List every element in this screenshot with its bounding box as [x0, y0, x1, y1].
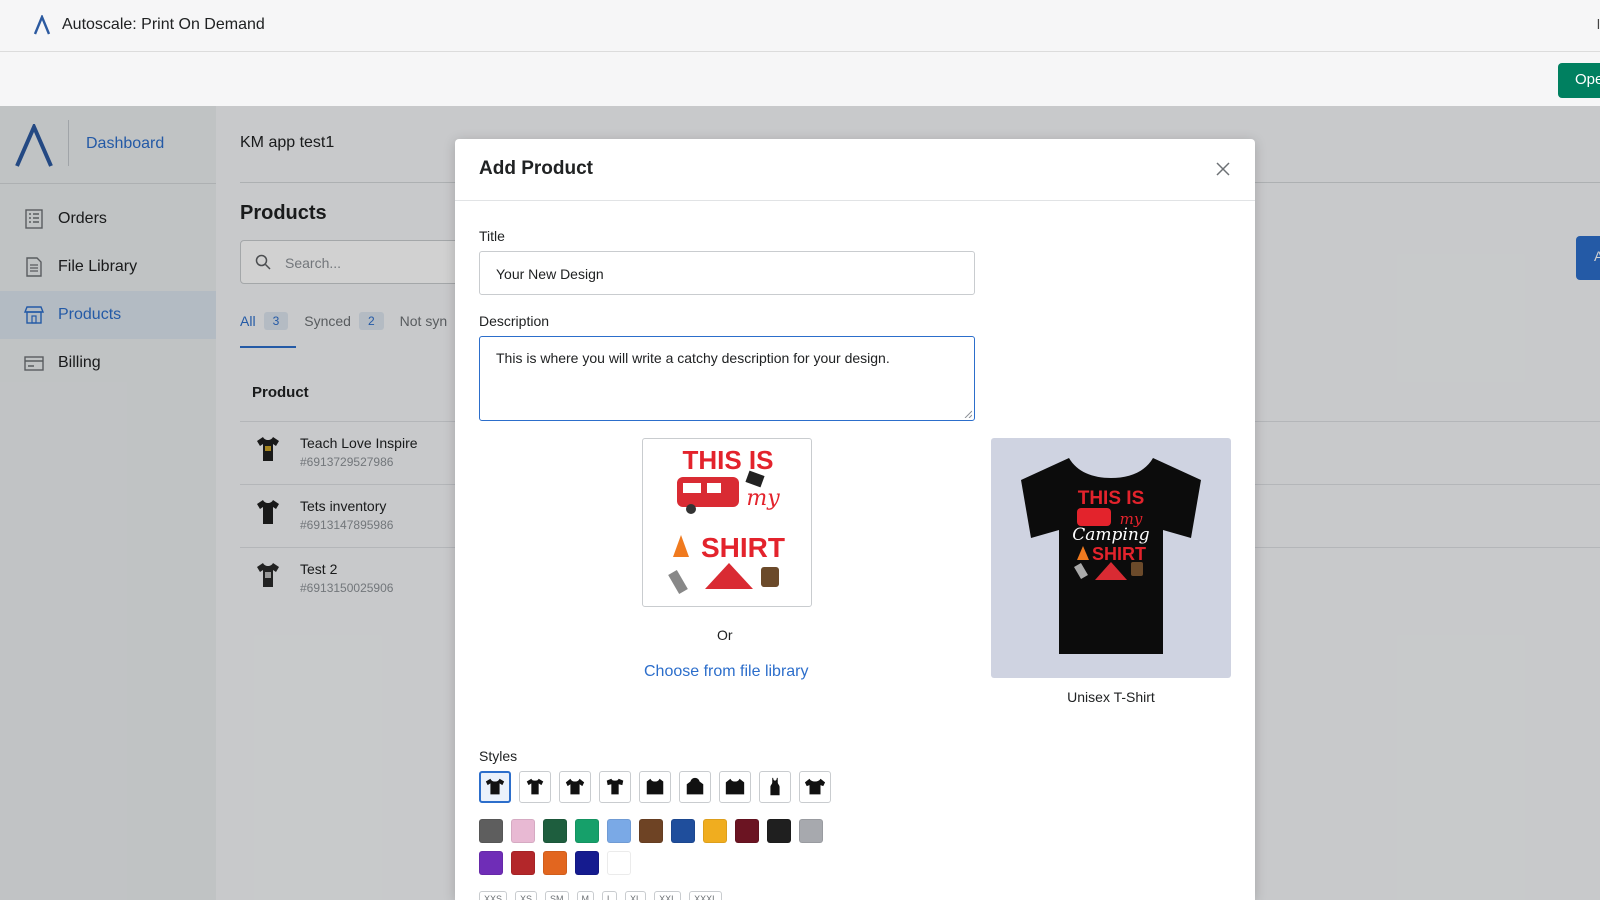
styles-label: Styles	[479, 748, 518, 764]
tshirt-mockup: THIS IS my Camping SHIRT	[1021, 458, 1201, 654]
app-title: Autoscale: Print On Demand	[62, 16, 265, 33]
garment-icon	[565, 778, 585, 795]
modal-header: Add Product	[455, 139, 1255, 201]
modal-title: Add Product	[479, 158, 593, 179]
color-picker	[479, 819, 839, 883]
color-swatch[interactable]	[735, 819, 759, 843]
garment-icon	[485, 778, 505, 795]
style-picker	[479, 771, 839, 803]
size-option[interactable]: XL	[625, 891, 647, 900]
style-option[interactable]	[479, 771, 511, 803]
color-swatch[interactable]	[543, 851, 567, 875]
design-line-2: my	[746, 486, 780, 511]
color-swatch[interactable]	[543, 819, 567, 843]
close-icon[interactable]	[1215, 161, 1231, 177]
color-swatch[interactable]	[575, 851, 599, 875]
style-option[interactable]	[759, 771, 791, 803]
description-textarea[interactable]: This is where you will write a catchy de…	[479, 336, 975, 421]
title-input[interactable]: Your New Design	[479, 251, 975, 295]
mockup-line-1: THIS IS	[1078, 488, 1145, 509]
size-option[interactable]: XS	[515, 891, 538, 900]
style-option[interactable]	[719, 771, 751, 803]
style-option[interactable]	[639, 771, 671, 803]
garment-icon	[770, 777, 780, 796]
description-text: This is where you will write a catchy de…	[496, 350, 890, 366]
or-separator: Or	[717, 627, 733, 643]
size-picker: XXS XS SM M L XL XXL XXXL	[479, 891, 730, 900]
garment-icon	[646, 778, 664, 795]
style-option[interactable]	[799, 771, 831, 803]
color-swatch[interactable]	[607, 819, 631, 843]
design-artwork: THIS IS my SHIRT	[668, 445, 785, 595]
garment-icon	[606, 778, 624, 795]
garment-icon	[804, 778, 826, 795]
size-option[interactable]: XXXL	[689, 891, 723, 900]
preview-caption: Unisex T-Shirt	[1067, 689, 1155, 705]
title-label: Title	[479, 228, 505, 244]
add-product-modal: Add Product Title Your New Design Descri…	[455, 139, 1255, 900]
host-action-bar	[0, 53, 1600, 106]
garment-icon	[526, 778, 544, 795]
size-option[interactable]: M	[576, 891, 595, 900]
size-option[interactable]: XXL	[654, 891, 682, 900]
app-logo-icon	[33, 15, 51, 35]
color-swatch[interactable]	[703, 819, 727, 843]
color-swatch[interactable]	[575, 819, 599, 843]
color-swatch[interactable]	[479, 851, 503, 875]
description-label: Description	[479, 313, 550, 329]
size-option[interactable]: XXS	[479, 891, 508, 900]
resize-handle-icon[interactable]	[964, 410, 972, 418]
style-option[interactable]	[559, 771, 591, 803]
color-swatch[interactable]	[511, 851, 535, 875]
size-option[interactable]: L	[602, 891, 618, 900]
mockup-line-3: Camping	[1072, 525, 1150, 545]
design-line-4: SHIRT	[701, 532, 785, 563]
color-swatch[interactable]	[607, 851, 631, 875]
color-swatch[interactable]	[639, 819, 663, 843]
product-preview: THIS IS my Camping SHIRT	[991, 438, 1231, 678]
color-swatch[interactable]	[511, 819, 535, 843]
color-swatch[interactable]	[767, 819, 791, 843]
open-button[interactable]: Ope	[1558, 63, 1600, 98]
mockup-line-4: SHIRT	[1092, 544, 1146, 564]
color-swatch[interactable]	[671, 819, 695, 843]
style-option[interactable]	[519, 771, 551, 803]
design-upload-area[interactable]: THIS IS my SHIRT	[642, 438, 812, 607]
style-option[interactable]	[599, 771, 631, 803]
garment-icon	[725, 778, 745, 795]
style-option[interactable]	[679, 771, 711, 803]
choose-from-library-link[interactable]: Choose from file library	[644, 663, 809, 681]
garment-icon	[686, 777, 704, 795]
color-swatch[interactable]	[479, 819, 503, 843]
design-line-1: THIS IS	[682, 445, 773, 475]
host-topbar: Autoscale: Print On Demand l	[0, 0, 1600, 52]
size-option[interactable]: SM	[545, 891, 569, 900]
color-swatch[interactable]	[799, 819, 823, 843]
